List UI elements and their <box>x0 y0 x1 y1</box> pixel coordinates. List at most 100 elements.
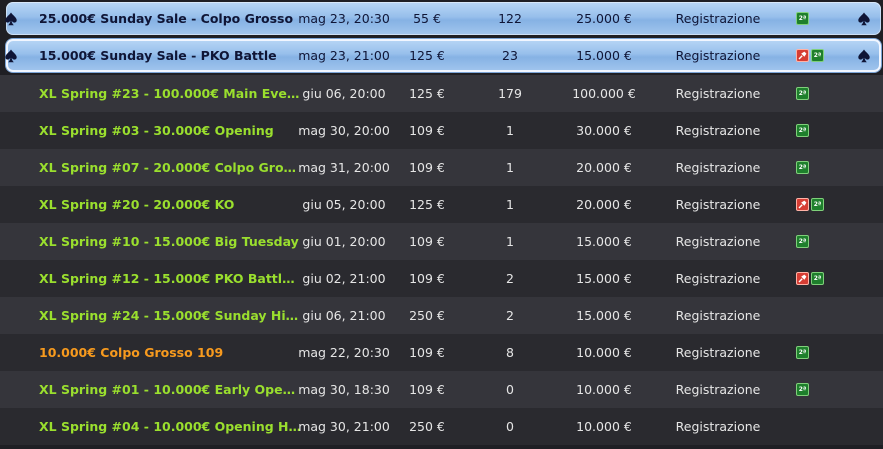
prize-pool: 10.000 € <box>576 419 632 434</box>
registered-players: 8 <box>506 345 514 360</box>
registration-status: Registrazione <box>675 86 761 101</box>
tournament-badges: 2ª <box>796 49 824 62</box>
registered-players: 23 <box>502 48 518 63</box>
start-date: giu 05, 20:00 <box>302 197 386 212</box>
tournament-name[interactable]: XL Spring #10 - 15.000€ Big Tuesday <box>39 234 301 249</box>
start-date: giu 01, 20:00 <box>302 234 386 249</box>
tournament-row[interactable]: XL Spring #24 - 15.000€ Sunday High Roll… <box>0 297 883 334</box>
buy-in: 250 € <box>409 308 445 323</box>
tournament-name[interactable]: XL Spring #01 - 10.000€ Early Opening <box>39 382 301 397</box>
second-chance-icon: 2ª <box>796 87 809 100</box>
tournament-row[interactable]: 15.000€ Sunday Sale - PKO Battle mag 23, … <box>5 39 881 72</box>
buy-in: 125 € <box>409 86 445 101</box>
prize-pool: 20.000 € <box>576 160 632 175</box>
buy-in: 109 € <box>409 382 445 397</box>
spade-icon <box>5 12 17 26</box>
bounty-knockout-icon <box>796 272 809 285</box>
buy-in: 109 € <box>409 345 445 360</box>
tournament-badges: 2ª <box>796 272 824 285</box>
registration-status: Registrazione <box>675 271 761 286</box>
tournament-row[interactable]: XL Spring #07 - 20.000€ Colpo Grosso mag … <box>0 149 883 186</box>
tournament-badges: 2ª <box>796 346 809 359</box>
second-chance-icon: 2ª <box>811 198 824 211</box>
tournament-name[interactable]: XL Spring #03 - 30.000€ Opening <box>39 123 301 138</box>
start-date: mag 22, 20:30 <box>298 345 390 360</box>
tournament-row[interactable]: XL Spring #03 - 30.000€ Opening mag 30, 2… <box>0 112 883 149</box>
tournament-list: 25.000€ Sunday Sale - Colpo Grosso mag 23… <box>0 0 883 449</box>
buy-in: 109 € <box>409 123 445 138</box>
registered-players: 122 <box>498 11 522 26</box>
start-date: mag 31, 20:00 <box>298 160 390 175</box>
tournament-row[interactable]: XL Spring #23 - 100.000€ Main Event giu 0… <box>0 75 883 112</box>
tournament-name[interactable]: 15.000€ Sunday Sale - PKO Battle <box>39 48 301 63</box>
tournament-row[interactable]: XL Spring #01 - 10.000€ Early Opening mag… <box>0 371 883 408</box>
tournament-row[interactable]: XL Spring #20 - 20.000€ KO giu 05, 20:00 1… <box>0 186 883 223</box>
tournament-badges: 2ª <box>796 87 809 100</box>
registration-status: Registrazione <box>675 308 761 323</box>
start-date: giu 06, 20:00 <box>302 86 386 101</box>
tournament-badges: 2ª <box>796 12 809 25</box>
registration-status: Registrazione <box>675 382 761 397</box>
prize-pool: 100.000 € <box>572 86 636 101</box>
prize-pool: 15.000 € <box>576 234 632 249</box>
tournament-name[interactable]: 25.000€ Sunday Sale - Colpo Grosso <box>39 11 301 26</box>
buy-in: 250 € <box>409 419 445 434</box>
start-date: mag 23, 20:30 <box>298 11 390 26</box>
second-chance-icon: 2ª <box>811 49 824 62</box>
registration-status: Registrazione <box>675 419 761 434</box>
registered-players: 179 <box>498 86 522 101</box>
tournament-row[interactable]: 25.000€ Sunday Sale - Colpo Grosso mag 23… <box>5 2 881 35</box>
registration-status: Registrazione <box>675 345 761 360</box>
registration-status: Registrazione <box>675 48 761 63</box>
registered-players: 1 <box>506 197 514 212</box>
prize-pool: 25.000 € <box>576 11 632 26</box>
registration-status: Registrazione <box>675 160 761 175</box>
tournament-name[interactable]: 10.000€ Colpo Grosso 109 <box>39 345 301 360</box>
registered-players: 1 <box>506 234 514 249</box>
buy-in: 109 € <box>409 271 445 286</box>
second-chance-icon: 2ª <box>796 383 809 396</box>
start-date: mag 30, 20:00 <box>298 123 390 138</box>
buy-in: 109 € <box>409 160 445 175</box>
tournament-row[interactable]: 10.000€ Colpo Grosso 109 mag 22, 20:30 109… <box>0 334 883 371</box>
tournament-name[interactable]: XL Spring #04 - 10.000€ Opening High R..… <box>39 419 301 434</box>
start-date: giu 02, 21:00 <box>302 271 386 286</box>
registration-status: Registrazione <box>675 197 761 212</box>
tournament-name[interactable]: XL Spring #24 - 15.000€ Sunday High Roll… <box>39 308 301 323</box>
registered-players: 0 <box>506 382 514 397</box>
second-chance-icon: 2ª <box>811 272 824 285</box>
tournament-badges: 2ª <box>796 198 824 211</box>
start-date: mag 30, 21:00 <box>298 419 390 434</box>
tournament-name[interactable]: XL Spring #12 - 15.000€ PKO Battle 8-Max <box>39 271 301 286</box>
registered-players: 1 <box>506 160 514 175</box>
tournament-badges: 2ª <box>796 161 809 174</box>
start-date: mag 30, 18:30 <box>298 382 390 397</box>
registered-players: 0 <box>506 419 514 434</box>
registration-status: Registrazione <box>675 123 761 138</box>
registered-players: 2 <box>506 271 514 286</box>
registered-players: 2 <box>506 308 514 323</box>
tournament-row[interactable]: XL Spring #12 - 15.000€ PKO Battle 8-Max… <box>0 260 883 297</box>
bounty-knockout-icon <box>796 49 809 62</box>
buy-in: 55 € <box>413 11 441 26</box>
second-chance-icon: 2ª <box>796 346 809 359</box>
tournament-name[interactable]: XL Spring #23 - 100.000€ Main Event <box>39 86 301 101</box>
second-chance-icon: 2ª <box>796 161 809 174</box>
prize-pool: 15.000 € <box>576 308 632 323</box>
start-date: mag 23, 21:00 <box>298 48 390 63</box>
spade-icon <box>5 49 17 63</box>
tournament-row[interactable]: XL Spring #10 - 15.000€ Big Tuesday giu 0… <box>0 223 883 260</box>
prize-pool: 10.000 € <box>576 345 632 360</box>
tournament-name[interactable]: XL Spring #07 - 20.000€ Colpo Grosso <box>39 160 301 175</box>
tournament-badges: 2ª <box>796 235 809 248</box>
bounty-knockout-icon <box>796 198 809 211</box>
prize-pool: 15.000 € <box>576 48 632 63</box>
buy-in: 125 € <box>409 48 445 63</box>
prize-pool: 15.000 € <box>576 271 632 286</box>
tournament-name[interactable]: XL Spring #20 - 20.000€ KO <box>39 197 301 212</box>
buy-in: 125 € <box>409 197 445 212</box>
tournament-row[interactable]: XL Spring #04 - 10.000€ Opening High R..… <box>0 408 883 445</box>
second-chance-icon: 2ª <box>796 12 809 25</box>
prize-pool: 30.000 € <box>576 123 632 138</box>
tournament-badges: 2ª <box>796 124 809 137</box>
